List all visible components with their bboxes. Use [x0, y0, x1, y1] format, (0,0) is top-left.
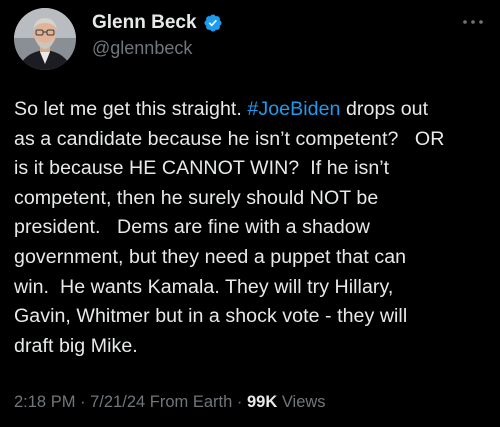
- tweet-metadata: 2:18 PM · 7/21/24 From Earth · 99K Views: [14, 393, 326, 412]
- author-display-name[interactable]: Glenn Beck: [92, 12, 197, 34]
- tweet-date[interactable]: 7/21/24: [90, 393, 145, 411]
- tweet-time[interactable]: 2:18 PM: [14, 393, 75, 411]
- meta-separator: ·: [75, 393, 91, 411]
- hashtag-link[interactable]: #JoeBiden: [247, 98, 340, 120]
- author-name-row: Glenn Beck: [92, 12, 223, 34]
- tweet-text-rest: drops out as a candidate because he isn’…: [14, 98, 445, 357]
- tweet-text: So let me get this straight. #JoeBiden d…: [14, 95, 492, 361]
- tweet: Glenn Beck @glennbeck So let me get this…: [0, 0, 500, 427]
- tweet-source: From Earth: [145, 393, 233, 411]
- more-options-button[interactable]: [460, 14, 486, 30]
- tweet-text-intro: So let me get this straight.: [14, 98, 248, 120]
- avatar[interactable]: [14, 8, 76, 70]
- verified-badge-icon: [203, 13, 223, 33]
- meta-separator: ·: [232, 393, 247, 411]
- views-label: Views: [277, 393, 326, 411]
- author-handle[interactable]: @glennbeck: [92, 38, 192, 59]
- more-horizontal-icon: [463, 20, 483, 24]
- views-count: 99K: [246, 393, 278, 411]
- avatar-image: [14, 8, 76, 70]
